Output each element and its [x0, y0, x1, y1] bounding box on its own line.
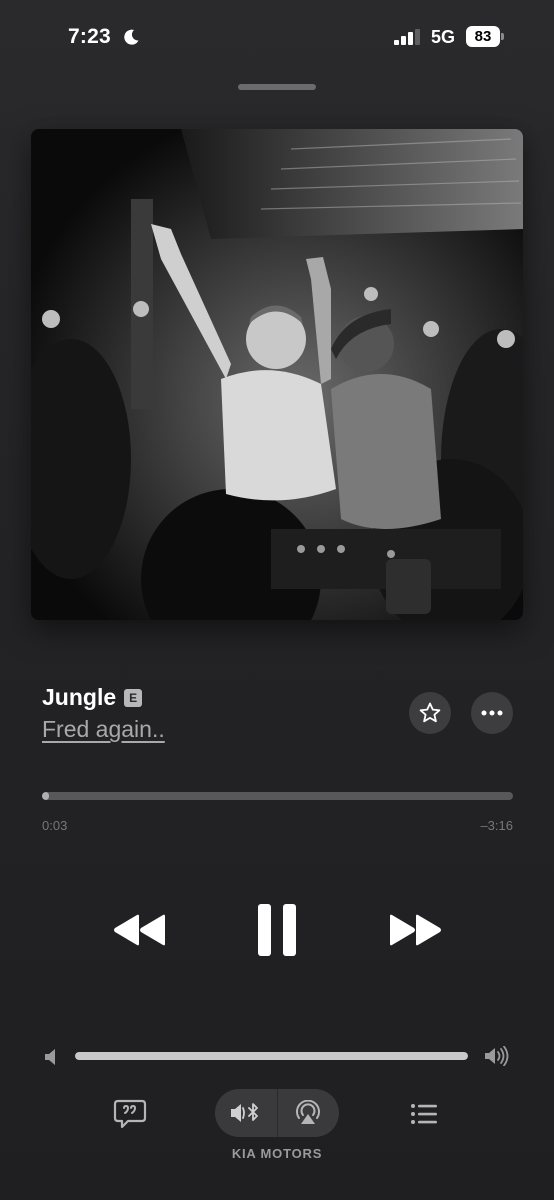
bluetooth-speaker-icon [230, 1103, 258, 1122]
volume-fill [75, 1052, 468, 1060]
queue-button[interactable] [406, 1098, 442, 1130]
status-time: 7:23 [68, 25, 111, 48]
fast-forward-button[interactable] [385, 908, 445, 952]
remaining-time: –3:16 [480, 818, 513, 833]
album-artwork [31, 129, 523, 620]
more-options-button[interactable] [471, 692, 513, 734]
moon-icon [124, 29, 139, 45]
rewind-button[interactable] [110, 908, 170, 952]
volume-high-icon [485, 1046, 509, 1066]
progress-fill [42, 792, 50, 800]
lyrics-bubble-icon [113, 1099, 147, 1129]
airplay-button[interactable] [278, 1089, 340, 1137]
artist-link[interactable]: Fred again.. [42, 716, 165, 743]
favorite-button[interactable] [409, 692, 451, 734]
playback-scrubber[interactable] [42, 792, 513, 800]
volume-slider[interactable] [75, 1052, 468, 1060]
lyrics-button[interactable] [112, 1098, 148, 1130]
elapsed-time: 0:03 [42, 818, 68, 833]
track-title: Jungle [42, 684, 117, 710]
track-title-row: Jungle E [42, 684, 143, 711]
fast-forward-icon [390, 914, 441, 946]
volume-low-icon [45, 1049, 55, 1065]
pause-button[interactable] [252, 900, 302, 960]
battery-tip [501, 33, 504, 40]
airplay-audio-icon [296, 1100, 321, 1124]
signal-icon [394, 29, 420, 45]
audio-route-control [215, 1089, 339, 1137]
ellipsis-icon [481, 710, 503, 716]
output-device-label: KIA MOTORS [231, 1146, 323, 1161]
star-icon [419, 702, 441, 723]
sheet-grabber[interactable] [238, 84, 316, 90]
explicit-badge: E [124, 688, 143, 707]
now-playing-screen: 7:23 5G 83 Jungle E Fred again.. 0:03 –3… [0, 0, 554, 1200]
network-type: 5G [431, 27, 456, 47]
pause-icon [258, 904, 296, 956]
rewind-icon [114, 914, 165, 946]
battery-indicator: 83 [466, 26, 500, 47]
bluetooth-output-button[interactable] [215, 1089, 277, 1137]
queue-list-icon [411, 1104, 437, 1124]
